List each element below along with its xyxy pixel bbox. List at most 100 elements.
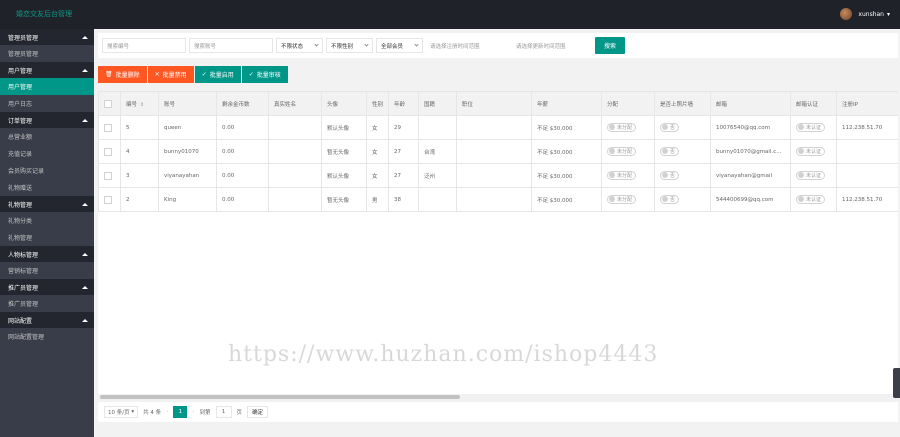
goto-confirm-button[interactable]: 确定 [247,406,269,418]
search-id-input[interactable]: 搜索编号 [102,38,186,53]
sidebar-item[interactable]: 管理员管理 [0,45,94,62]
assign-toggle[interactable]: 未分配 [607,194,637,204]
toggle-label: 未分配 [617,148,633,155]
batch-review-button[interactable]: ✓ 批量审核 [241,66,288,83]
cell-country: 泛州 [418,163,457,188]
sidebar-item[interactable]: 推广员管理 [0,295,94,312]
toggle-knob [798,148,804,155]
column-header-label: 是否上照片墙 [660,101,694,108]
sidebar-item[interactable]: 用户日志 [0,95,94,112]
sidebar-item[interactable]: 礼物分类 [0,212,94,229]
select-all-checkbox[interactable] [98,91,121,116]
cell-job [456,187,532,212]
assign-toggle[interactable]: 未分配 [607,122,637,132]
pagination: 10 条/页 ▾ 共 4 条 ‹ 1 › 到第 1 页 确定 [98,402,898,422]
cell-reg-ip: 112.238.51.70 [836,187,898,212]
sidebar-item[interactable]: 会员购买记录 [0,162,94,179]
email-verify-toggle[interactable]: 未认证 [796,122,826,132]
sidebar-group-5[interactable]: 推广员管理 [0,279,94,295]
cell-id: 2 [120,187,159,212]
page-size-select[interactable]: 10 条/页 ▾ [104,406,139,418]
action-bar: 🗑 批量删除 ✕ 批量禁用 ✓ 批量启用 ✓ 批量审核 [98,66,289,83]
cell-job [456,139,532,164]
trash-icon: 🗑 [105,71,113,78]
email-verify-toggle[interactable]: 未认证 [796,146,826,156]
table-row: 3 viyanayahan 0.00 默认头像女 27 泛州 不足 $30,000 未分配 否 v… [98,163,898,188]
sidebar-item[interactable]: 礼物赠送 [0,179,94,196]
checkbox[interactable] [104,99,112,108]
username: xunshan [858,10,884,18]
sidebar-group-2[interactable]: 订单管理 [0,112,94,128]
batch-disable-button[interactable]: ✕ 批量禁用 [147,66,194,83]
sidebar-item[interactable]: 充值记录 [0,145,94,162]
side-drawer-handle[interactable] [893,368,900,398]
row-checkbox-cell[interactable] [98,139,121,164]
sidebar-group-4[interactable]: 人物标管理 [0,246,94,262]
sidebar-item[interactable]: 用户管理 [0,78,94,95]
sidebar-group-0[interactable]: 管理员管理 [0,29,94,45]
reg-time-range-input[interactable]: 请选择注册时间范围 [426,38,510,53]
row-checkbox[interactable] [104,171,112,180]
search-account-input[interactable]: 搜索账号 [189,38,273,53]
toggle-label: 否 [670,124,676,131]
photo-wall-toggle[interactable]: 否 [660,122,680,132]
batch-delete-button[interactable]: 🗑 批量删除 [98,66,147,83]
scrollbar-thumb[interactable] [100,395,460,399]
chevron-down-icon [314,42,319,47]
member-select[interactable]: 全部会员 [376,38,423,53]
sidebar-group-1[interactable]: 用户管理 [0,62,94,78]
row-checkbox[interactable] [104,123,112,132]
toggle-label: 否 [670,172,676,179]
column-header: 性别 [366,91,389,116]
row-checkbox-cell[interactable] [98,163,121,188]
assign-toggle[interactable]: 未分配 [607,170,637,180]
filter-bar: 搜索编号 搜索账号 不限状态 不限性别 全部会员 请选择注册时间范围 请选择更新… [98,33,898,58]
sidebar-item[interactable]: 营销标管理 [0,262,94,279]
assign-toggle[interactable]: 未分配 [607,146,637,156]
caret-down-icon: ▾ [886,10,890,18]
column-header: 职位 [456,91,532,116]
batch-enable-button[interactable]: ✓ 批量启用 [194,66,241,83]
photo-wall-toggle[interactable]: 否 [660,146,680,156]
sidebar-group-3[interactable]: 礼物管理 [0,196,94,212]
gender-select[interactable]: 不限性别 [326,38,373,53]
sidebar-item[interactable]: 网站配置管理 [0,328,94,345]
column-header-label: 年龄 [394,101,406,108]
table-body: 5 queen 0.00 默认头像女 29 不足 $30,000 未分配否 10076540@… [98,115,898,212]
photo-wall-toggle[interactable]: 否 [660,194,680,204]
next-page-icon[interactable]: › [192,409,194,415]
column-header: 头像 [321,91,367,116]
cell-assign: 未分配 [601,163,655,188]
cell-photo-wall: 否 [654,163,711,188]
column-header: 年龄 [388,91,419,116]
sort-icon[interactable]: ⇕ [140,102,144,108]
cell-email-verify: 未认证 [790,115,837,140]
cell-account: bunny01070 [158,139,217,164]
sidebar-group-6[interactable]: 网站配置 [0,312,94,328]
sidebar-group-title: 管理员管理 [8,34,39,42]
row-checkbox-cell[interactable] [98,187,121,212]
sidebar-item[interactable]: 礼物管理 [0,229,94,246]
current-page[interactable]: 1 [173,406,188,418]
column-header[interactable]: 编号 ⇕ [120,91,159,116]
sidebar-item[interactable]: 总营业额 [0,128,94,145]
user-menu[interactable]: xunshan ▾ [840,8,890,20]
horizontal-scrollbar[interactable] [98,394,898,400]
row-checkbox[interactable] [104,147,112,156]
row-checkbox[interactable] [104,195,112,204]
chevron-up-icon [82,68,88,72]
update-time-range-input[interactable]: 请选择更新时间范围 [512,38,592,53]
cell-email: 544400699@qq.com [710,187,791,212]
page-unit-label: 页 [236,410,243,416]
cell-account: viyanayahan [158,163,217,188]
goto-page-input[interactable]: 1 [215,406,232,418]
search-button[interactable]: 搜索 [595,37,625,54]
cell-job [456,115,532,140]
prev-page-icon[interactable]: ‹ [166,409,168,415]
photo-wall-toggle[interactable]: 否 [660,170,680,180]
email-verify-toggle[interactable]: 未认证 [796,194,826,204]
status-select[interactable]: 不限状态 [276,38,323,53]
watermark: https://www.huzhan.com/ishop4443 [228,342,659,367]
email-verify-toggle[interactable]: 未认证 [796,170,826,180]
row-checkbox-cell[interactable] [98,115,121,140]
